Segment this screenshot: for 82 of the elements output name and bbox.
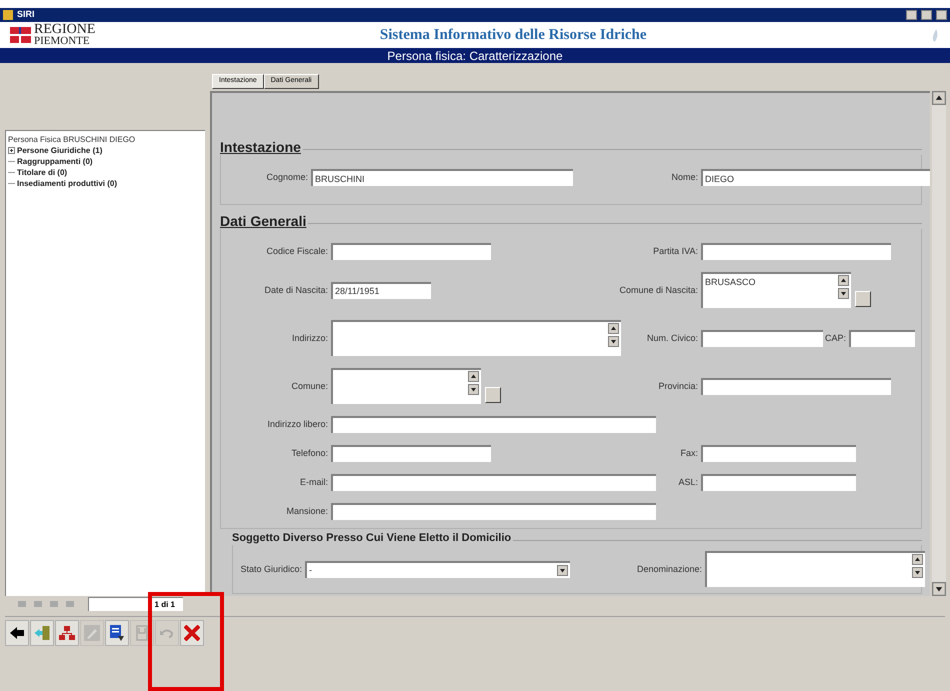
scroll-down-icon[interactable] [468, 384, 479, 395]
scroll-up-icon[interactable] [468, 371, 479, 382]
scroll-up-icon[interactable] [838, 275, 849, 286]
field-label: Indirizzo: [292, 332, 328, 344]
scroll-down-icon[interactable] [608, 336, 619, 347]
field-label: ASL: [678, 477, 698, 488]
hierarchy-icon [59, 626, 75, 640]
input-field[interactable] [331, 445, 491, 462]
text-area[interactable]: BRUSASCO [701, 272, 851, 308]
scroll-up-icon[interactable] [608, 323, 619, 334]
tree-item[interactable]: Titolare di (0) [17, 167, 68, 178]
text-area[interactable] [331, 320, 621, 356]
back-arrow-icon [9, 626, 25, 640]
field-label: Fax: [680, 448, 698, 459]
section-title: Dati Generali [220, 213, 306, 229]
field-label: Stato Giuridico: [240, 564, 302, 574]
exit-door-icon [34, 626, 50, 640]
section-title: Intestazione [220, 139, 301, 155]
pencil-icon [84, 625, 100, 641]
input-field[interactable] [701, 474, 856, 491]
field-label: Partita IVA: [653, 246, 698, 257]
scrollbar[interactable] [932, 91, 946, 596]
field-label: Cognome: [266, 172, 308, 183]
app-icon [3, 10, 13, 20]
logo-text: REGIONE [34, 23, 96, 36]
text-area[interactable] [331, 368, 481, 404]
tree-item[interactable]: Persone Giuridiche (1) [17, 145, 102, 156]
input-field[interactable] [331, 474, 656, 491]
section-title: Soggetto Diverso Presso Cui Viene Eletto il Domicilio [232, 531, 512, 545]
page-title: Persona fisica: Caratterizzazione [387, 48, 563, 64]
field-label: E-mail: [300, 477, 328, 488]
dropdown-field[interactable]: - [305, 560, 570, 578]
page-counter-text: 1 di 1 [154, 599, 175, 611]
input-field[interactable] [701, 445, 856, 462]
maximize-icon[interactable] [921, 10, 932, 20]
field-label: Indirizzo libero: [267, 419, 328, 430]
system-title: Sistema Informativo delle Risorse Idriche [380, 26, 647, 45]
save-icon [136, 625, 148, 641]
input-field[interactable] [701, 243, 891, 260]
toolbar-button[interactable] [5, 620, 29, 646]
input-field[interactable] [701, 330, 823, 346]
scroll-down-icon[interactable] [838, 288, 849, 299]
logo-icon [10, 27, 31, 43]
window-title: SIRI [17, 8, 35, 22]
field-label: Comune: [291, 380, 328, 392]
field-label: Nome: [671, 172, 698, 183]
text-area[interactable] [705, 551, 925, 587]
logo-text: PIEMONTE [34, 36, 91, 47]
input-field[interactable] [701, 378, 891, 394]
field-label: Provincia: [658, 380, 698, 392]
input-field[interactable]: DIEGO [701, 169, 930, 186]
field-label: Date di Nascita: [264, 284, 328, 296]
field-label: Codice Fiscale: [266, 246, 328, 257]
lookup-button[interactable] [855, 291, 871, 307]
minimize-icon[interactable] [906, 10, 917, 20]
close-icon[interactable] [936, 10, 947, 20]
scroll-up-icon[interactable] [932, 91, 946, 105]
field-label: Comune di Nascita: [619, 284, 698, 296]
input-field[interactable] [331, 243, 491, 260]
input-field[interactable]: BRUSCHINI [311, 169, 573, 186]
input-field[interactable] [849, 330, 915, 346]
scroll-down-icon[interactable] [932, 582, 946, 596]
drop-icon [931, 26, 940, 44]
toolbar-button[interactable] [105, 620, 129, 646]
field-label: Denominazione: [636, 564, 702, 574]
input-field[interactable] [331, 416, 656, 433]
document-icon [110, 625, 124, 641]
input-field[interactable]: 28/11/1951 [331, 282, 431, 298]
delete-icon [184, 625, 200, 641]
lookup-button[interactable] [485, 387, 501, 403]
input-field[interactable] [331, 503, 656, 520]
scroll-up-icon[interactable] [912, 554, 923, 565]
field-label: Num. Civico: [646, 332, 698, 344]
field-label: CAP: [824, 332, 846, 344]
scroll-down-icon[interactable] [912, 567, 923, 578]
field-label: Telefono: [291, 448, 328, 459]
tree-root[interactable]: Persona Fisica BRUSCHINI DIEGO [8, 134, 203, 145]
undo-icon [160, 628, 174, 638]
tree-item[interactable]: Insediamenti produttivi (0) [17, 178, 118, 189]
field-label: Mansione: [286, 506, 328, 517]
expand-icon[interactable] [8, 147, 15, 154]
tree-item[interactable]: Raggruppamenti (0) [17, 156, 93, 167]
